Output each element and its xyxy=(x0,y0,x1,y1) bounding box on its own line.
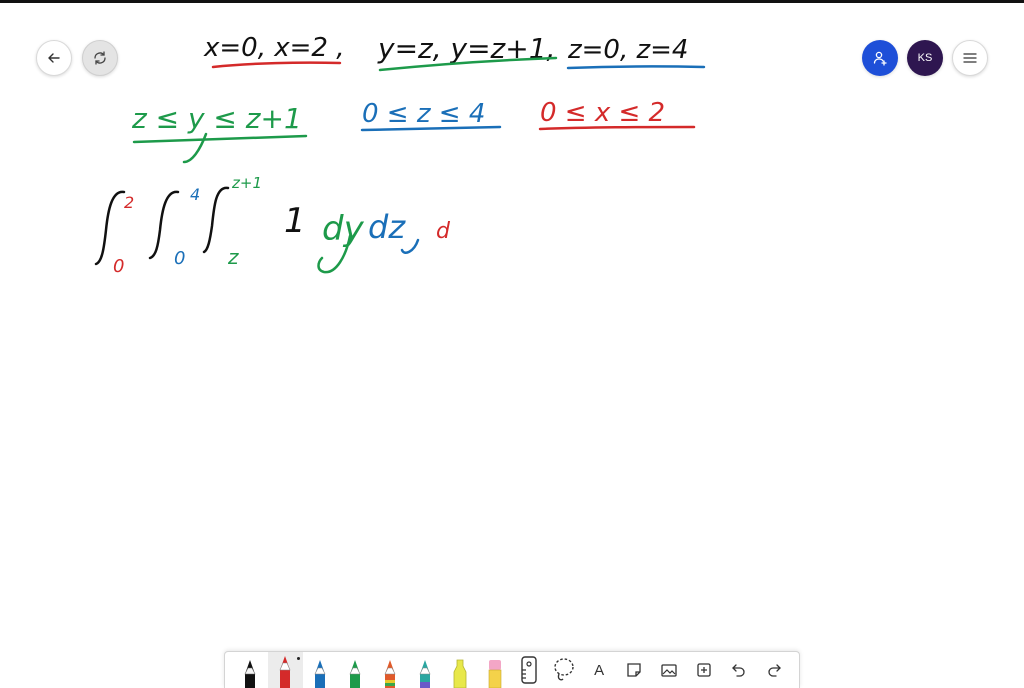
ink-integral-sign-inner xyxy=(202,186,230,254)
ink-integrand: 1 xyxy=(284,201,306,241)
selected-dot-icon xyxy=(296,657,300,660)
pen-icon xyxy=(279,656,291,688)
ink-dz-tail xyxy=(400,238,420,254)
pen-icon xyxy=(349,660,361,688)
ink-outer-lower: 0 xyxy=(113,256,124,277)
redo-button[interactable] xyxy=(756,652,791,688)
ink-dy-tail xyxy=(317,234,352,274)
ink-y-bounds: y=z, y=z+1, xyxy=(377,32,555,65)
ink-integral-sign-middle xyxy=(148,190,180,260)
eraser-tool[interactable] xyxy=(477,652,512,688)
black-pen-tool[interactable] xyxy=(233,652,268,688)
text-tool[interactable]: A xyxy=(582,652,617,688)
undo-icon xyxy=(731,664,745,677)
pen-icon xyxy=(314,660,326,688)
hamburger-menu-icon xyxy=(963,53,977,63)
pen-toolbar: A xyxy=(224,651,800,688)
red-pen-tool[interactable] xyxy=(267,652,303,688)
ink-red-underline-2 xyxy=(538,125,696,131)
ink-blue-underline-1 xyxy=(566,65,706,70)
ink-x-bounds: x=0, x=2 , xyxy=(203,33,345,63)
green-pen-tool[interactable] xyxy=(338,652,373,688)
redo-icon xyxy=(767,664,781,677)
lasso-tool[interactable] xyxy=(547,652,582,688)
add-tool[interactable] xyxy=(686,652,721,688)
avatar-initials: KS xyxy=(917,52,933,64)
ink-inner-lower: z xyxy=(227,245,239,269)
user-avatar[interactable]: KS xyxy=(907,40,943,76)
highlighter-icon xyxy=(453,659,467,688)
ink-green-underline-2 xyxy=(132,134,308,144)
sync-button[interactable] xyxy=(82,40,118,76)
pen-icon xyxy=(244,660,256,688)
lasso-icon xyxy=(554,658,575,681)
rainbow-pen-tool[interactable] xyxy=(373,652,408,688)
sticky-note-tool[interactable] xyxy=(617,652,652,688)
ink-green-underline-1 xyxy=(378,56,558,72)
sync-icon xyxy=(94,51,106,65)
text-icon: A xyxy=(594,661,605,679)
pen-icon xyxy=(384,660,396,688)
ink-middle-upper: 4 xyxy=(190,185,200,204)
ink-x-range: 0 ≤ x ≤ 2 xyxy=(540,98,665,128)
ink-dx: d xyxy=(436,219,451,244)
image-icon xyxy=(661,663,677,677)
ink-integral-sign-outer xyxy=(94,190,126,266)
undo-button[interactable] xyxy=(721,652,756,688)
add-icon xyxy=(697,663,711,677)
menu-button[interactable] xyxy=(952,40,988,76)
ink-z-bounds: z=0, z=4 xyxy=(567,35,688,65)
ink-blue-underline-2 xyxy=(360,125,502,132)
ink-green-y-tail xyxy=(182,132,208,164)
highlighter-tool[interactable] xyxy=(442,652,477,688)
ruler-tool[interactable] xyxy=(512,652,547,688)
ink-inner-upper: z+1 xyxy=(231,174,262,192)
ink-red-underline xyxy=(211,61,342,69)
ink-z-range: 0 ≤ z ≤ 4 xyxy=(362,99,485,129)
sticky-note-icon xyxy=(627,663,641,677)
pen-icon xyxy=(419,660,431,688)
ink-dy: dy xyxy=(322,209,365,249)
ink-dz: dz xyxy=(368,208,406,246)
ink-y-range: z ≤ y ≤ z+1 xyxy=(131,102,302,135)
blue-pen-tool[interactable] xyxy=(303,652,338,688)
whiteboard-canvas[interactable]: x=0, x=2 , y=z, y=z+1, z=0, z=4 z ≤ y ≤ … xyxy=(0,0,1024,688)
back-button[interactable] xyxy=(36,40,72,76)
top-border xyxy=(0,0,1024,3)
arrow-left-icon xyxy=(48,53,60,63)
ruler-icon xyxy=(521,656,538,684)
gradient-pen-tool[interactable] xyxy=(407,652,442,688)
eraser-icon xyxy=(488,660,501,688)
add-user-icon xyxy=(873,51,887,66)
image-tool[interactable] xyxy=(652,652,687,688)
add-user-button[interactable] xyxy=(862,40,898,76)
ink-middle-lower: 0 xyxy=(174,248,185,269)
ink-outer-upper: 2 xyxy=(124,193,134,212)
